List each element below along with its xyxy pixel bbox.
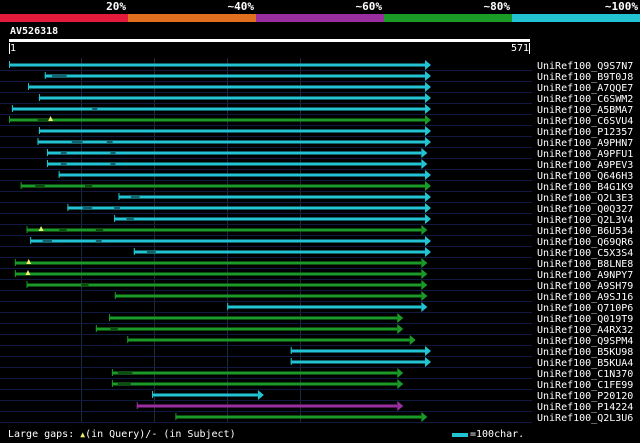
hit-end-arrow xyxy=(409,335,416,345)
legend-swatch xyxy=(512,14,640,22)
alignment-hits: UniRef100_Q9S7N7UniRef100_B9T0J8UniRef10… xyxy=(0,58,633,424)
scale-label: =100char. xyxy=(470,429,525,440)
hit-label[interactable]: UniRef100_A5BMA7 xyxy=(537,105,633,116)
legend-swatch xyxy=(128,14,256,22)
hit-label[interactable]: UniRef100_A9PFU1 xyxy=(537,149,633,160)
hit-end-arrow xyxy=(425,357,431,367)
scale-swatch xyxy=(452,433,468,437)
hit-label[interactable]: UniRef100_C6SWM2 xyxy=(537,94,633,105)
query-bar xyxy=(9,39,530,42)
large-gaps-prefix: Large gaps: xyxy=(8,429,81,440)
legend-swatch xyxy=(384,14,512,22)
hit-end-arrow xyxy=(257,390,264,400)
legend-swatch xyxy=(256,14,384,22)
hit-label[interactable]: UniRef100_A7QQE7 xyxy=(537,83,633,94)
hit-label[interactable]: UniRef100_B9T0J8 xyxy=(537,72,633,83)
hit-label[interactable]: UniRef100_B5KUA4 xyxy=(537,358,633,369)
hit-end-arrow xyxy=(425,247,431,257)
hit-end-arrow xyxy=(421,258,428,268)
hit-label[interactable]: UniRef100_Q2L3V4 xyxy=(537,215,633,226)
hit-label[interactable]: UniRef100_A9PEV3 xyxy=(537,160,633,171)
hit-end-arrow xyxy=(421,291,428,301)
hit-end-arrow xyxy=(425,126,431,136)
hit-end-arrow xyxy=(425,236,431,246)
hit-end-arrow xyxy=(397,368,404,378)
legend-label: ~100% xyxy=(604,0,638,13)
hit-label[interactable]: UniRef100_A9NPY7 xyxy=(537,270,633,281)
hit-end-arrow xyxy=(421,148,428,158)
hit-label[interactable]: UniRef100_Q9SPM4 xyxy=(537,336,633,347)
query-start-label: 1 xyxy=(10,43,17,54)
hit-end-arrow xyxy=(421,225,428,235)
hit-end-arrow xyxy=(425,93,431,103)
hit-label[interactable]: UniRef100_C6SVU4 xyxy=(537,116,633,127)
identity-color-legend: 20% ~40% ~60% ~80% ~100% xyxy=(0,0,640,22)
hit-label[interactable]: UniRef100_C5X3S4 xyxy=(537,248,633,259)
hit-end-arrow xyxy=(425,203,431,213)
query-end-label: 571 xyxy=(510,43,529,54)
hit-label[interactable]: UniRef100_Q019T9 xyxy=(537,314,633,325)
hit-end-arrow xyxy=(421,269,428,279)
scale-start-tick xyxy=(9,43,10,54)
hit-end-arrow xyxy=(425,137,431,147)
legend-label: ~40% xyxy=(227,0,255,13)
hit-label[interactable]: UniRef100_Q2L3E3 xyxy=(537,193,633,204)
hit-label[interactable]: UniRef100_B5KU98 xyxy=(537,347,633,358)
hit-label[interactable]: UniRef100_P14224 xyxy=(537,402,633,413)
hit-label[interactable]: UniRef100_A9PHN7 xyxy=(537,138,633,149)
legend-label: 20% xyxy=(106,0,126,13)
query-gap-marker-icon xyxy=(38,226,44,231)
hit-end-arrow xyxy=(425,181,431,191)
query-gap-marker-icon xyxy=(26,259,32,264)
hit-label[interactable]: UniRef100_A9SH79 xyxy=(537,281,633,292)
hit-end-arrow xyxy=(425,104,431,114)
hit-end-arrow xyxy=(421,280,428,290)
legend-swatch xyxy=(0,14,128,22)
hit-label[interactable]: UniRef100_B8LNE8 xyxy=(537,259,633,270)
query-gap-marker-icon xyxy=(25,270,31,275)
hit-label[interactable]: UniRef100_Q710P6 xyxy=(537,303,633,314)
hit-label[interactable]: UniRef100_Q69QR6 xyxy=(537,237,633,248)
query-id: AV526318 xyxy=(10,26,59,37)
hit-end-arrow xyxy=(421,412,428,422)
hit-end-arrow xyxy=(421,159,428,169)
large-gaps-subject: - (in Subject) xyxy=(151,429,236,440)
hit-label[interactable]: UniRef100_P20120 xyxy=(537,391,633,402)
hit-end-arrow xyxy=(397,313,404,323)
hit-end-arrow xyxy=(425,346,431,356)
hit-label[interactable]: UniRef100_A9SJ16 xyxy=(537,292,633,303)
hit-label[interactable]: UniRef100_B6U534 xyxy=(537,226,633,237)
large-gaps-query: (in Query)/ xyxy=(85,429,152,440)
hit-label[interactable]: UniRef100_Q646H3 xyxy=(537,171,633,182)
legend-label: ~60% xyxy=(355,0,383,13)
hit-end-arrow xyxy=(425,170,431,180)
hit-label[interactable]: UniRef100_Q0Q327 xyxy=(537,204,633,215)
hit-end-arrow xyxy=(425,214,431,224)
hit-end-arrow xyxy=(425,192,431,202)
hit-label[interactable]: UniRef100_P12357 xyxy=(537,127,633,138)
hit-end-arrow xyxy=(425,60,431,70)
hit-end-arrow xyxy=(425,115,431,125)
hit-end-arrow xyxy=(425,82,431,92)
hit-end-arrow xyxy=(397,379,404,389)
query-gap-marker-icon xyxy=(48,116,54,121)
hit-end-arrow xyxy=(397,324,404,334)
hit-label[interactable]: UniRef100_A4RX32 xyxy=(537,325,633,336)
hit-label[interactable]: UniRef100_B4G1K9 xyxy=(537,182,633,193)
hit-label[interactable]: UniRef100_Q2L3U6 xyxy=(537,413,633,424)
hit-label[interactable]: UniRef100_C1FE99 xyxy=(537,380,633,391)
hit-end-arrow xyxy=(397,401,404,411)
hit-end-arrow xyxy=(425,71,431,81)
hit-label[interactable]: UniRef100_Q9S7N7 xyxy=(537,61,633,72)
hit-label[interactable]: UniRef100_C1N370 xyxy=(537,369,633,380)
large-gaps-legend: Large gaps: ▲(in Query)/- (in Subject) xyxy=(8,429,236,441)
scale-end-tick xyxy=(529,43,530,54)
legend-label: ~80% xyxy=(483,0,511,13)
hit-end-arrow xyxy=(421,302,428,312)
